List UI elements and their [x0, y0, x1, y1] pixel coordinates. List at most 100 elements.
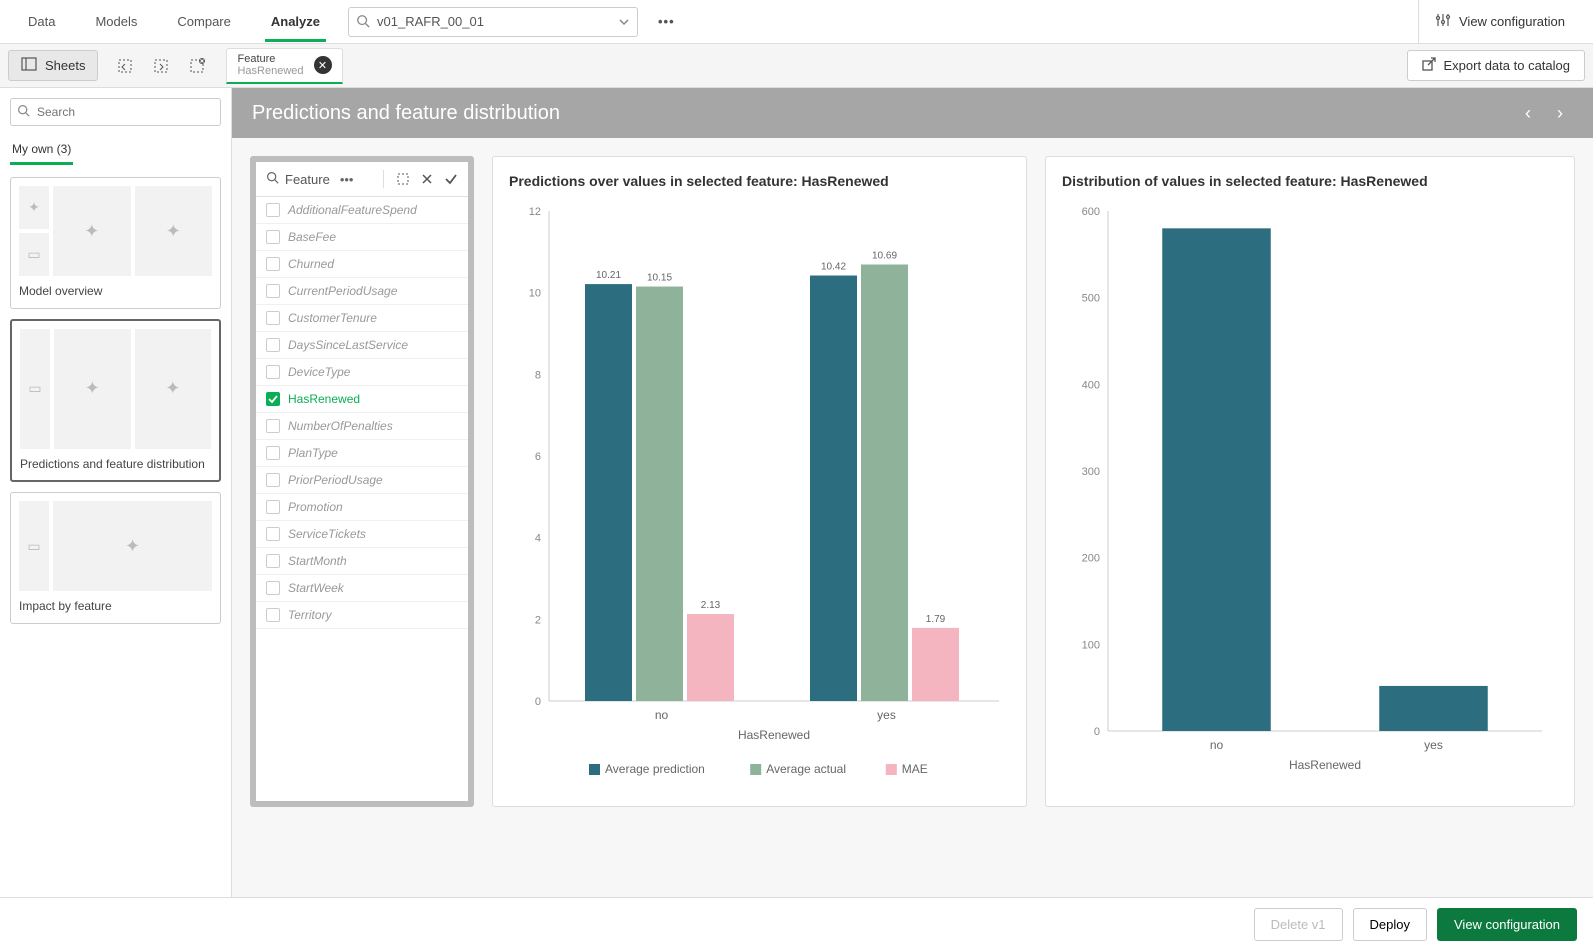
feature-item[interactable]: ServiceTickets	[256, 521, 468, 548]
feature-item[interactable]: DaysSinceLastService	[256, 332, 468, 359]
export-icon	[1422, 57, 1436, 74]
checkbox-icon[interactable]	[266, 500, 280, 514]
delete-button[interactable]: Delete v1	[1254, 908, 1343, 941]
checkbox-icon[interactable]	[266, 365, 280, 379]
svg-text:yes: yes	[877, 708, 896, 722]
more-actions[interactable]: •••	[652, 8, 681, 35]
footer-bar: Delete v1 Deploy View configuration	[0, 897, 1593, 951]
checkbox-icon[interactable]	[266, 473, 280, 487]
checkbox-icon[interactable]	[266, 284, 280, 298]
checkbox-icon[interactable]	[266, 419, 280, 433]
model-search-input[interactable]	[348, 7, 638, 37]
feature-panel-header: Feature	[285, 172, 330, 187]
svg-text:2.13: 2.13	[701, 600, 721, 611]
search-icon	[356, 14, 370, 31]
topnav-tabs: Data Models Compare Analyze	[12, 2, 336, 41]
feature-filter-tab[interactable]: Feature HasRenewed ✕	[226, 48, 342, 84]
feature-item[interactable]: CurrentPeriodUsage	[256, 278, 468, 305]
feature-item[interactable]: Promotion	[256, 494, 468, 521]
checkbox-icon[interactable]	[266, 392, 280, 406]
chart1-title: Predictions over values in selected feat…	[509, 173, 1010, 189]
feature-item[interactable]: PriorPeriodUsage	[256, 467, 468, 494]
checkbox-icon[interactable]	[266, 230, 280, 244]
forward-selection-icon[interactable]	[148, 53, 174, 79]
sidebar-tab-myown[interactable]: My own (3)	[10, 136, 73, 165]
feature-item[interactable]: Churned	[256, 251, 468, 278]
svg-text:0: 0	[535, 696, 541, 708]
svg-text:HasRenewed: HasRenewed	[1289, 758, 1361, 772]
top-nav: Data Models Compare Analyze ••• View con…	[0, 0, 1593, 44]
chevron-down-icon[interactable]	[618, 16, 630, 31]
close-icon[interactable]: ✕	[314, 56, 332, 74]
clear-selection-icon[interactable]	[184, 53, 210, 79]
sheet-card-impact[interactable]: ▭ ✦ Impact by feature	[10, 492, 221, 624]
svg-text:1.79: 1.79	[926, 614, 946, 625]
view-configuration-button[interactable]: View configuration	[1437, 908, 1577, 941]
back-selection-icon[interactable]	[112, 53, 138, 79]
tab-models[interactable]: Models	[79, 2, 153, 41]
distribution-chart[interactable]: 0100200300400500600noyesHasRenewed	[1062, 201, 1552, 791]
svg-text:2: 2	[535, 614, 541, 626]
search-icon	[17, 104, 30, 120]
checkbox-icon[interactable]	[266, 581, 280, 595]
feature-item[interactable]: HasRenewed	[256, 386, 468, 413]
feature-item[interactable]: CustomerTenure	[256, 305, 468, 332]
tab-analyze[interactable]: Analyze	[255, 2, 336, 41]
checkbox-icon[interactable]	[266, 554, 280, 568]
svg-text:8: 8	[535, 369, 541, 381]
sheet-card-model-overview[interactable]: ✦▭ ✦ ✦ Model overview	[10, 177, 221, 309]
svg-text:12: 12	[529, 206, 541, 218]
svg-text:100: 100	[1082, 639, 1100, 651]
search-icon[interactable]	[266, 171, 279, 187]
feature-item-label: Territory	[288, 608, 332, 622]
feature-list-panel: Feature ••• AdditionalFeatureSpendBaseFe…	[250, 156, 474, 807]
checkbox-icon[interactable]	[266, 203, 280, 217]
svg-text:10.42: 10.42	[821, 262, 846, 273]
content-area: Predictions and feature distribution ‹ ›…	[232, 88, 1593, 897]
deploy-button[interactable]: Deploy	[1353, 908, 1427, 941]
feature-item[interactable]: Territory	[256, 602, 468, 629]
feature-item-label: ServiceTickets	[288, 527, 366, 541]
sheets-button[interactable]: Sheets	[8, 50, 98, 81]
svg-text:Average actual: Average actual	[766, 762, 846, 776]
sheets-label: Sheets	[45, 58, 85, 73]
next-sheet-arrow[interactable]: ›	[1547, 100, 1573, 126]
feature-item[interactable]: BaseFee	[256, 224, 468, 251]
feature-item[interactable]: PlanType	[256, 440, 468, 467]
view-configuration-top[interactable]: View configuration	[1418, 0, 1581, 44]
prev-sheet-arrow[interactable]: ‹	[1515, 100, 1541, 126]
svg-text:400: 400	[1082, 379, 1100, 391]
export-data-button[interactable]: Export data to catalog	[1407, 50, 1585, 81]
predictions-chart[interactable]: 02468101210.2110.152.13no10.4210.691.79y…	[509, 201, 1009, 791]
checkbox-icon[interactable]	[266, 608, 280, 622]
sheet-label: Model overview	[19, 284, 212, 300]
svg-text:600: 600	[1082, 206, 1100, 218]
sliders-icon	[1435, 12, 1451, 31]
sidebar-search-input[interactable]	[10, 98, 221, 126]
svg-text:10.21: 10.21	[596, 270, 621, 281]
feature-item[interactable]: DeviceType	[256, 359, 468, 386]
checkbox-icon[interactable]	[266, 257, 280, 271]
close-feature-icon[interactable]	[420, 170, 434, 188]
view-config-label: View configuration	[1459, 14, 1565, 29]
tab-compare[interactable]: Compare	[161, 2, 246, 41]
feature-item[interactable]: AdditionalFeatureSpend	[256, 197, 468, 224]
feature-panel-more[interactable]: •••	[340, 172, 354, 187]
sheet-card-predictions[interactable]: ▭ ✦ ✦ Predictions and feature distributi…	[10, 319, 221, 483]
feature-tab-label: Feature	[237, 53, 303, 65]
svg-text:500: 500	[1082, 293, 1100, 305]
checkbox-icon[interactable]	[266, 446, 280, 460]
feature-item[interactable]: NumberOfPenalties	[256, 413, 468, 440]
feature-item[interactable]: StartMonth	[256, 548, 468, 575]
svg-text:no: no	[1210, 738, 1224, 752]
feature-item[interactable]: StartWeek	[256, 575, 468, 602]
svg-text:4: 4	[535, 533, 541, 545]
checkbox-icon[interactable]	[266, 527, 280, 541]
confirm-feature-icon[interactable]	[444, 170, 458, 188]
feature-item-label: DaysSinceLastService	[288, 338, 408, 352]
sheet-label: Impact by feature	[19, 599, 212, 615]
checkbox-icon[interactable]	[266, 338, 280, 352]
checkbox-icon[interactable]	[266, 311, 280, 325]
tab-data[interactable]: Data	[12, 2, 71, 41]
selection-tool-icon[interactable]	[396, 170, 410, 188]
